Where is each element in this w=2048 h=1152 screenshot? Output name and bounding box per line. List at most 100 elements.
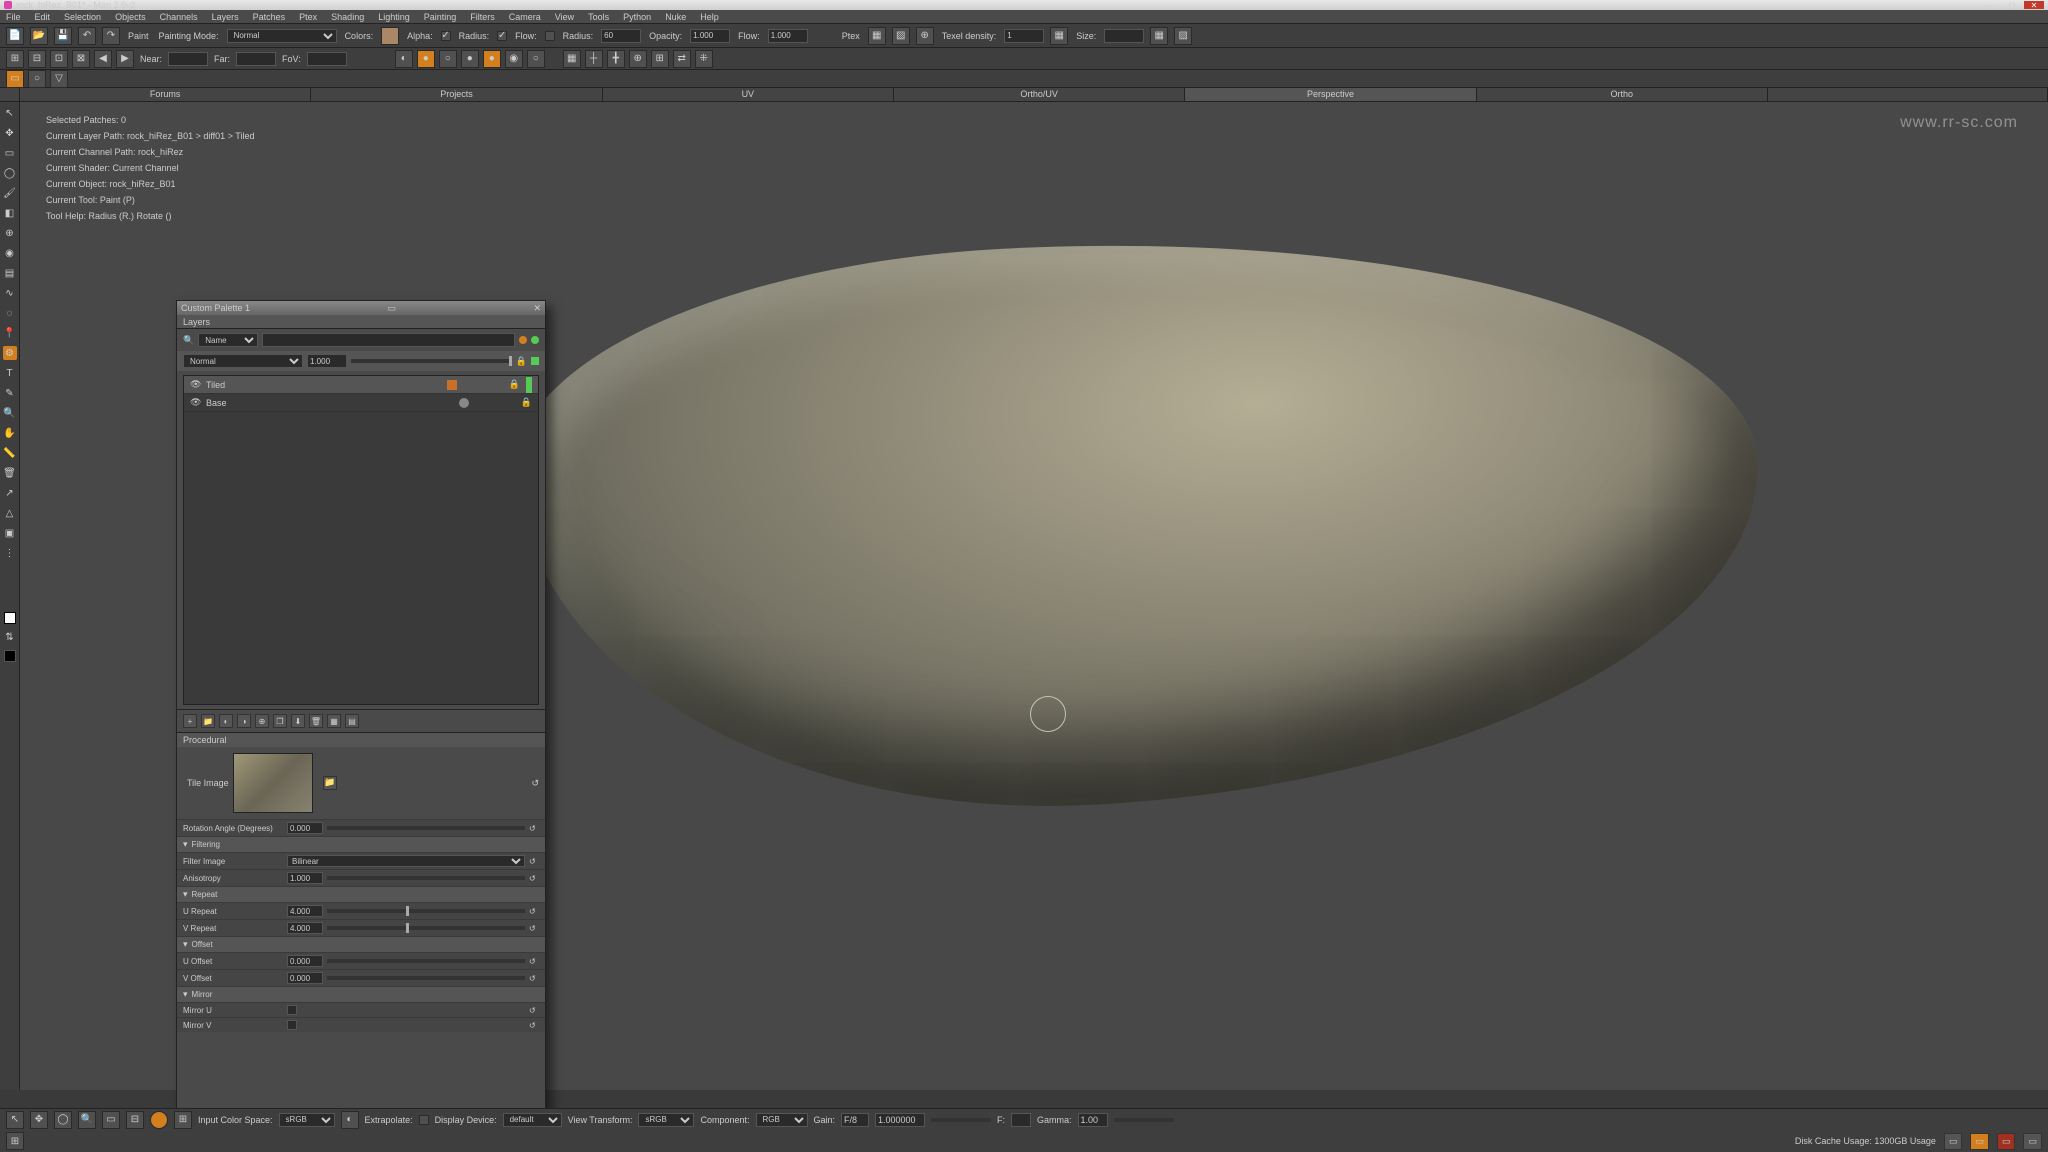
smudge-tool-icon[interactable]: ∿ xyxy=(3,286,17,300)
menu-patches[interactable]: Patches xyxy=(253,12,286,22)
foreground-color-swatch[interactable] xyxy=(4,612,16,624)
rotation-input[interactable] xyxy=(287,822,323,834)
zoom-tool-icon[interactable]: 🔍 xyxy=(3,406,17,420)
lt-icon-f[interactable]: ◉ xyxy=(505,50,523,68)
display-device-select[interactable]: default xyxy=(503,1113,562,1127)
filter-image-select[interactable]: Bilinear xyxy=(287,855,525,867)
u-repeat-slider[interactable] xyxy=(327,909,525,913)
menu-camera[interactable]: Camera xyxy=(509,12,541,22)
eyedropper-tool-icon[interactable]: ✎ xyxy=(3,386,17,400)
near-input[interactable] xyxy=(168,52,208,66)
lock-icon[interactable]: 🔒 xyxy=(516,356,527,367)
panel-close-icon[interactable]: ✕ xyxy=(533,303,541,314)
mirror-u-checkbox[interactable] xyxy=(287,1005,297,1015)
layer-indicator-icon[interactable] xyxy=(531,357,539,365)
select-tool-icon[interactable]: ↖ xyxy=(3,106,17,120)
painting-mode-select[interactable]: Normal xyxy=(227,29,337,43)
layer-lock-icon[interactable]: 🔒 xyxy=(509,379,520,390)
sb-icon-2[interactable]: ✥ xyxy=(30,1111,48,1129)
add-folder-icon[interactable]: 📁 xyxy=(201,714,215,728)
lt-icon-c[interactable]: ○ xyxy=(439,50,457,68)
redo-icon[interactable]: ↷ xyxy=(102,27,120,45)
visibility-icon[interactable]: 👁 xyxy=(190,379,200,390)
extra-tool-icon[interactable]: ⋮ xyxy=(3,546,17,560)
component-select[interactable]: RGB xyxy=(756,1113,808,1127)
gain-short-input[interactable] xyxy=(841,1113,869,1127)
brush-tool-icon[interactable]: 🖌 xyxy=(3,186,17,200)
gear-tool-icon[interactable]: ⚙ xyxy=(3,346,17,360)
menu-lighting[interactable]: Lighting xyxy=(378,12,410,22)
texel-input[interactable] xyxy=(1004,29,1044,43)
ptex-btn1-icon[interactable]: ▦ xyxy=(868,27,886,45)
sb-icon-3[interactable]: ◯ xyxy=(54,1111,72,1129)
size-btn2-icon[interactable]: ▨ xyxy=(1174,27,1192,45)
marquee-tool-icon[interactable]: ▭ xyxy=(3,146,17,160)
background-color-swatch[interactable] xyxy=(4,650,16,662)
radius-checkbox[interactable]: ✓ xyxy=(497,31,507,41)
play-next-icon[interactable]: ▶ xyxy=(116,50,134,68)
snap-icon-3[interactable]: ⊕ xyxy=(629,50,647,68)
reset-icon[interactable]: ↺ xyxy=(529,907,539,916)
visibility-icon[interactable]: 👁 xyxy=(190,397,200,408)
sb-icon-4[interactable]: 🔍 xyxy=(78,1111,96,1129)
layer-opacity-slider[interactable] xyxy=(351,359,512,363)
menu-shading[interactable]: Shading xyxy=(331,12,364,22)
bb-badge-2[interactable]: ▭ xyxy=(2023,1133,2042,1150)
rotation-slider[interactable] xyxy=(327,826,525,830)
menu-nuke[interactable]: Nuke xyxy=(665,12,686,22)
texel-btn-icon[interactable]: ▦ xyxy=(1050,27,1068,45)
mask-tool-icon[interactable]: ▣ xyxy=(3,526,17,540)
texture-thumbnail[interactable] xyxy=(233,753,313,813)
f-input[interactable] xyxy=(1011,1113,1031,1127)
sb-icon-6[interactable]: ⊟ xyxy=(126,1111,144,1129)
far-input[interactable] xyxy=(236,52,276,66)
reset-icon[interactable]: ↺ xyxy=(529,1006,539,1015)
move-tool-icon[interactable]: ✥ xyxy=(3,126,17,140)
minimize-button[interactable]: — xyxy=(1980,1,2000,9)
maximize-button[interactable]: ▢ xyxy=(2002,1,2022,9)
menu-objects[interactable]: Objects xyxy=(115,12,146,22)
gain-input[interactable] xyxy=(875,1113,925,1127)
gain-slider[interactable] xyxy=(931,1118,991,1122)
merge-icon[interactable]: ⬇ xyxy=(291,714,305,728)
new-icon[interactable]: 📄 xyxy=(6,27,24,45)
bucket-tool-icon[interactable]: ◉ xyxy=(3,246,17,260)
blur-tool-icon[interactable]: ◌ xyxy=(3,306,17,320)
u-offset-input[interactable] xyxy=(287,955,323,967)
layer-opacity-input[interactable] xyxy=(307,354,347,368)
pin-tool-icon[interactable]: 📍 xyxy=(3,326,17,340)
undo-icon[interactable]: ↶ xyxy=(78,27,96,45)
panel-titlebar[interactable]: Custom Palette 1 ▭ ✕ xyxy=(177,301,545,315)
menu-view[interactable]: View xyxy=(555,12,574,22)
lt-icon-g[interactable]: ○ xyxy=(527,50,545,68)
tb2-icon-3[interactable]: ⊡ xyxy=(50,50,68,68)
gradient-tool-icon[interactable]: ▤ xyxy=(3,266,17,280)
add-adj-icon[interactable]: ◑ xyxy=(237,714,251,728)
menu-tools[interactable]: Tools xyxy=(588,12,609,22)
bb-badge-red[interactable]: ▭ xyxy=(1997,1133,2016,1150)
snap-icon-1[interactable]: ┼ xyxy=(585,50,603,68)
reset-icon[interactable]: ↺ xyxy=(529,824,539,833)
grid-icon[interactable]: ▦ xyxy=(563,50,581,68)
poly-tool-icon[interactable]: △ xyxy=(3,506,17,520)
tab-perspective[interactable]: Perspective xyxy=(1185,88,1476,101)
browse-file-icon[interactable]: 📁 xyxy=(323,776,337,790)
tab-ortho[interactable]: Ortho xyxy=(1477,88,1768,101)
collapse-icon[interactable]: ▾ xyxy=(183,989,188,1000)
filtering-header[interactable]: ▾ Filtering xyxy=(177,836,545,852)
reset-icon[interactable]: ↺ xyxy=(529,1021,539,1030)
lt-icon-a[interactable]: ◐ xyxy=(395,50,413,68)
alpha-checkbox[interactable]: ✓ xyxy=(441,31,451,41)
reset-icon[interactable]: ↺ xyxy=(529,924,539,933)
v-offset-slider[interactable] xyxy=(327,976,525,980)
anisotropy-slider[interactable] xyxy=(327,876,525,880)
open-icon[interactable]: 📂 xyxy=(30,27,48,45)
ptex-btn3-icon[interactable]: ⊕ xyxy=(916,27,934,45)
duplicate-icon[interactable]: ❐ xyxy=(273,714,287,728)
add-mask-icon[interactable]: ◐ xyxy=(219,714,233,728)
ptex-btn2-icon[interactable]: ▨ xyxy=(892,27,910,45)
trash-tool-icon[interactable]: 🗑 xyxy=(3,466,17,480)
reset-icon[interactable]: ↺ xyxy=(529,857,539,866)
menu-ptex[interactable]: Ptex xyxy=(299,12,317,22)
tb3-icon-1[interactable]: ▭ xyxy=(6,70,24,88)
